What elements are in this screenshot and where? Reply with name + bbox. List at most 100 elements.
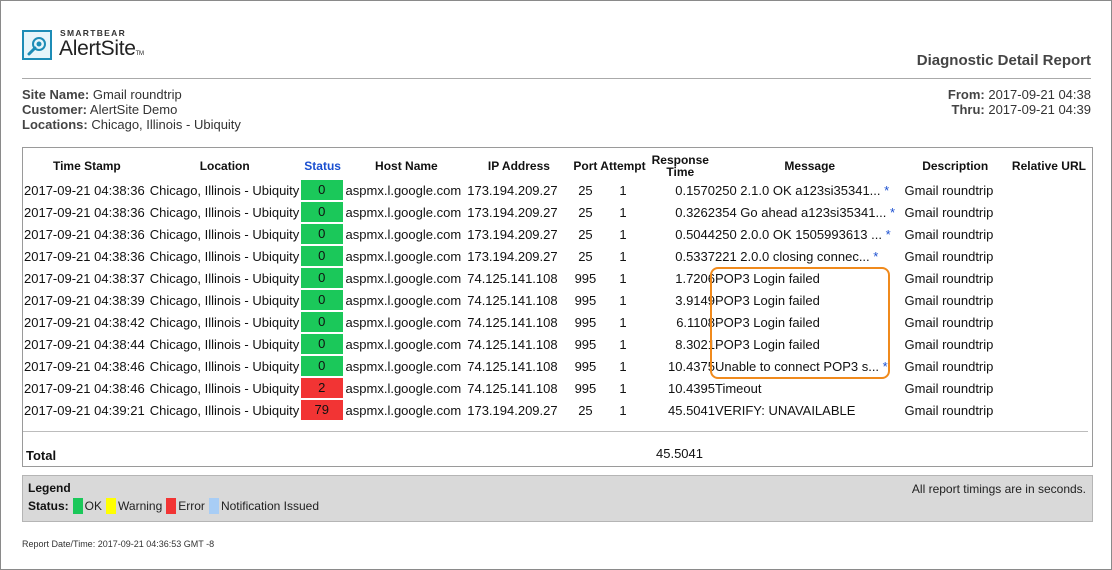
- logo-product-text: AlertSiteTM: [59, 37, 144, 61]
- header-divider: [22, 78, 1091, 79]
- cell-time-stamp: 2017-09-21 04:38:36: [24, 182, 145, 198]
- cell-status: 0: [300, 201, 346, 223]
- message-text[interactable]: 354 Go ahead a123si35341...: [715, 205, 886, 220]
- cell-attempt: 1: [619, 248, 627, 264]
- cell-ip-address: 74.125.141.108: [467, 292, 558, 308]
- cell-attempt: 1: [619, 336, 627, 352]
- cell-relative-url: [1006, 201, 1092, 223]
- message-detail-link[interactable]: *: [886, 227, 891, 242]
- cell-response-time: 0.5337: [675, 248, 715, 264]
- cell-message[interactable]: Timeout: [715, 377, 905, 399]
- column-header-location[interactable]: Location: [150, 152, 300, 179]
- cell-time-stamp: 2017-09-21 04:38:36: [24, 204, 145, 220]
- status-badge[interactable]: 0: [300, 312, 343, 332]
- legend-ok-swatch: [72, 498, 83, 514]
- table-row: 2017-09-21 04:38:36 Chicago, Illinois - U…: [24, 223, 1092, 245]
- cell-response-time: 8.3021: [675, 336, 715, 352]
- cell-time-stamp: 2017-09-21 04:38:39: [24, 292, 145, 308]
- table-row: 2017-09-21 04:39:21 Chicago, Illinois - U…: [24, 399, 1092, 421]
- table-row: 2017-09-21 04:38:46 Chicago, Illinois - U…: [24, 377, 1092, 399]
- legend-notification-swatch: [208, 498, 219, 514]
- status-badge[interactable]: 0: [300, 202, 343, 222]
- status-badge[interactable]: 0: [300, 334, 343, 354]
- status-badge[interactable]: 79: [300, 400, 343, 420]
- column-header-message[interactable]: Message: [715, 152, 905, 179]
- column-header-response-time[interactable]: Response Time: [646, 152, 715, 179]
- status-badge[interactable]: 0: [300, 290, 343, 310]
- pop3-failure-highlight: [710, 267, 890, 379]
- column-header-port[interactable]: Port: [571, 152, 601, 179]
- cell-location: Chicago, Illinois - Ubiquity: [149, 204, 300, 220]
- message-text[interactable]: VERIFY: UNAVAILABLE: [715, 403, 855, 418]
- cell-description: Gmail roundtrip: [904, 204, 994, 220]
- cell-time-stamp: 2017-09-21 04:38:44: [24, 336, 145, 352]
- site-name-line: Site Name: Gmail roundtrip: [22, 87, 241, 102]
- legend-title: Legend: [28, 481, 71, 495]
- column-header-ip-address[interactable]: IP Address: [467, 152, 570, 179]
- table-body: 2017-09-21 04:38:36 Chicago, Illinois - U…: [24, 179, 1092, 421]
- cell-location: Chicago, Illinois - Ubiquity: [149, 336, 300, 352]
- report-title: Diagnostic Detail Report: [916, 52, 1091, 69]
- cell-message[interactable]: 354 Go ahead a123si35341... *: [715, 201, 905, 223]
- cell-message[interactable]: 221 2.0.0 closing connec... *: [715, 245, 905, 267]
- cell-time-stamp: 2017-09-21 04:39:21: [24, 402, 145, 418]
- message-detail-link[interactable]: *: [884, 183, 889, 198]
- cell-status: 0: [300, 179, 346, 201]
- cell-ip-address: 74.125.141.108: [467, 270, 558, 286]
- message-detail-link[interactable]: *: [873, 249, 878, 264]
- report-datetime: Report Date/Time: 2017-09-21 04:36:53 GM…: [22, 539, 215, 549]
- cell-location: Chicago, Illinois - Ubiquity: [149, 248, 300, 264]
- cell-host-name: aspmx.l.google.com: [345, 402, 462, 418]
- cell-message[interactable]: VERIFY: UNAVAILABLE: [715, 399, 905, 421]
- cell-relative-url: [1006, 333, 1092, 355]
- legend-error-swatch: [166, 498, 177, 514]
- status-badge[interactable]: 0: [300, 246, 343, 266]
- cell-location: Chicago, Illinois - Ubiquity: [149, 358, 300, 374]
- cell-attempt: 1: [619, 402, 627, 418]
- cell-port: 995: [574, 292, 597, 308]
- logo-product-name: AlertSite: [59, 37, 136, 60]
- message-text[interactable]: Timeout: [715, 381, 761, 396]
- column-header-attempt[interactable]: Attempt: [600, 152, 645, 179]
- legend-warning-label: Warning: [118, 499, 163, 513]
- cell-relative-url: [1006, 223, 1092, 245]
- cell-port: 25: [578, 402, 593, 418]
- cell-location: Chicago, Illinois - Ubiquity: [149, 314, 300, 330]
- status-badge[interactable]: 2: [300, 378, 343, 398]
- message-text[interactable]: 221 2.0.0 closing connec...: [715, 249, 870, 264]
- cell-location: Chicago, Illinois - Ubiquity: [149, 182, 300, 198]
- message-text[interactable]: 250 2.1.0 OK a123si35341...: [715, 183, 881, 198]
- cell-attempt: 1: [619, 292, 627, 308]
- cell-attempt: 1: [619, 314, 627, 330]
- locations-label: Locations:: [22, 117, 88, 132]
- cell-port: 25: [578, 204, 593, 220]
- table-row: 2017-09-21 04:38:42 Chicago, Illinois - U…: [24, 311, 1092, 333]
- from-line: From: 2017-09-21 04:38: [948, 87, 1091, 102]
- message-text[interactable]: 250 2.0.0 OK 1505993613 ...: [715, 227, 882, 242]
- column-header-status[interactable]: Status: [300, 152, 346, 179]
- cell-message[interactable]: 250 2.1.0 OK a123si35341... *: [715, 179, 905, 201]
- report-meta-right: From: 2017-09-21 04:38 Thru: 2017-09-21 …: [948, 87, 1091, 117]
- cell-ip-address: 74.125.141.108: [467, 314, 558, 330]
- column-header-time-stamp[interactable]: Time Stamp: [24, 152, 150, 179]
- cell-response-time: 6.1108: [676, 314, 715, 330]
- message-detail-link[interactable]: *: [890, 205, 895, 220]
- column-header-relative-url[interactable]: Relative URL: [1006, 152, 1092, 179]
- response-time-line2: Time: [666, 164, 695, 179]
- cell-ip-address: 173.194.209.27: [467, 226, 558, 242]
- cell-message[interactable]: 250 2.0.0 OK 1505993613 ... *: [715, 223, 905, 245]
- cell-response-time: 1.7206: [675, 270, 715, 286]
- legend-status-label: Status:: [28, 499, 69, 513]
- cell-time-stamp: 2017-09-21 04:38:36: [24, 226, 145, 242]
- legend-status-row: Status: OK Warning Error Notification Is…: [28, 498, 323, 514]
- cell-port: 995: [574, 380, 597, 396]
- status-badge[interactable]: 0: [300, 356, 343, 376]
- column-header-host-name[interactable]: Host Name: [346, 152, 468, 179]
- column-header-description[interactable]: Description: [905, 152, 1006, 179]
- logo-trademark: TM: [135, 51, 144, 57]
- status-badge[interactable]: 0: [300, 224, 343, 244]
- thru-label: Thru:: [951, 102, 985, 117]
- cell-status: 0: [300, 267, 346, 289]
- status-badge[interactable]: 0: [300, 268, 343, 288]
- status-badge[interactable]: 0: [300, 180, 343, 200]
